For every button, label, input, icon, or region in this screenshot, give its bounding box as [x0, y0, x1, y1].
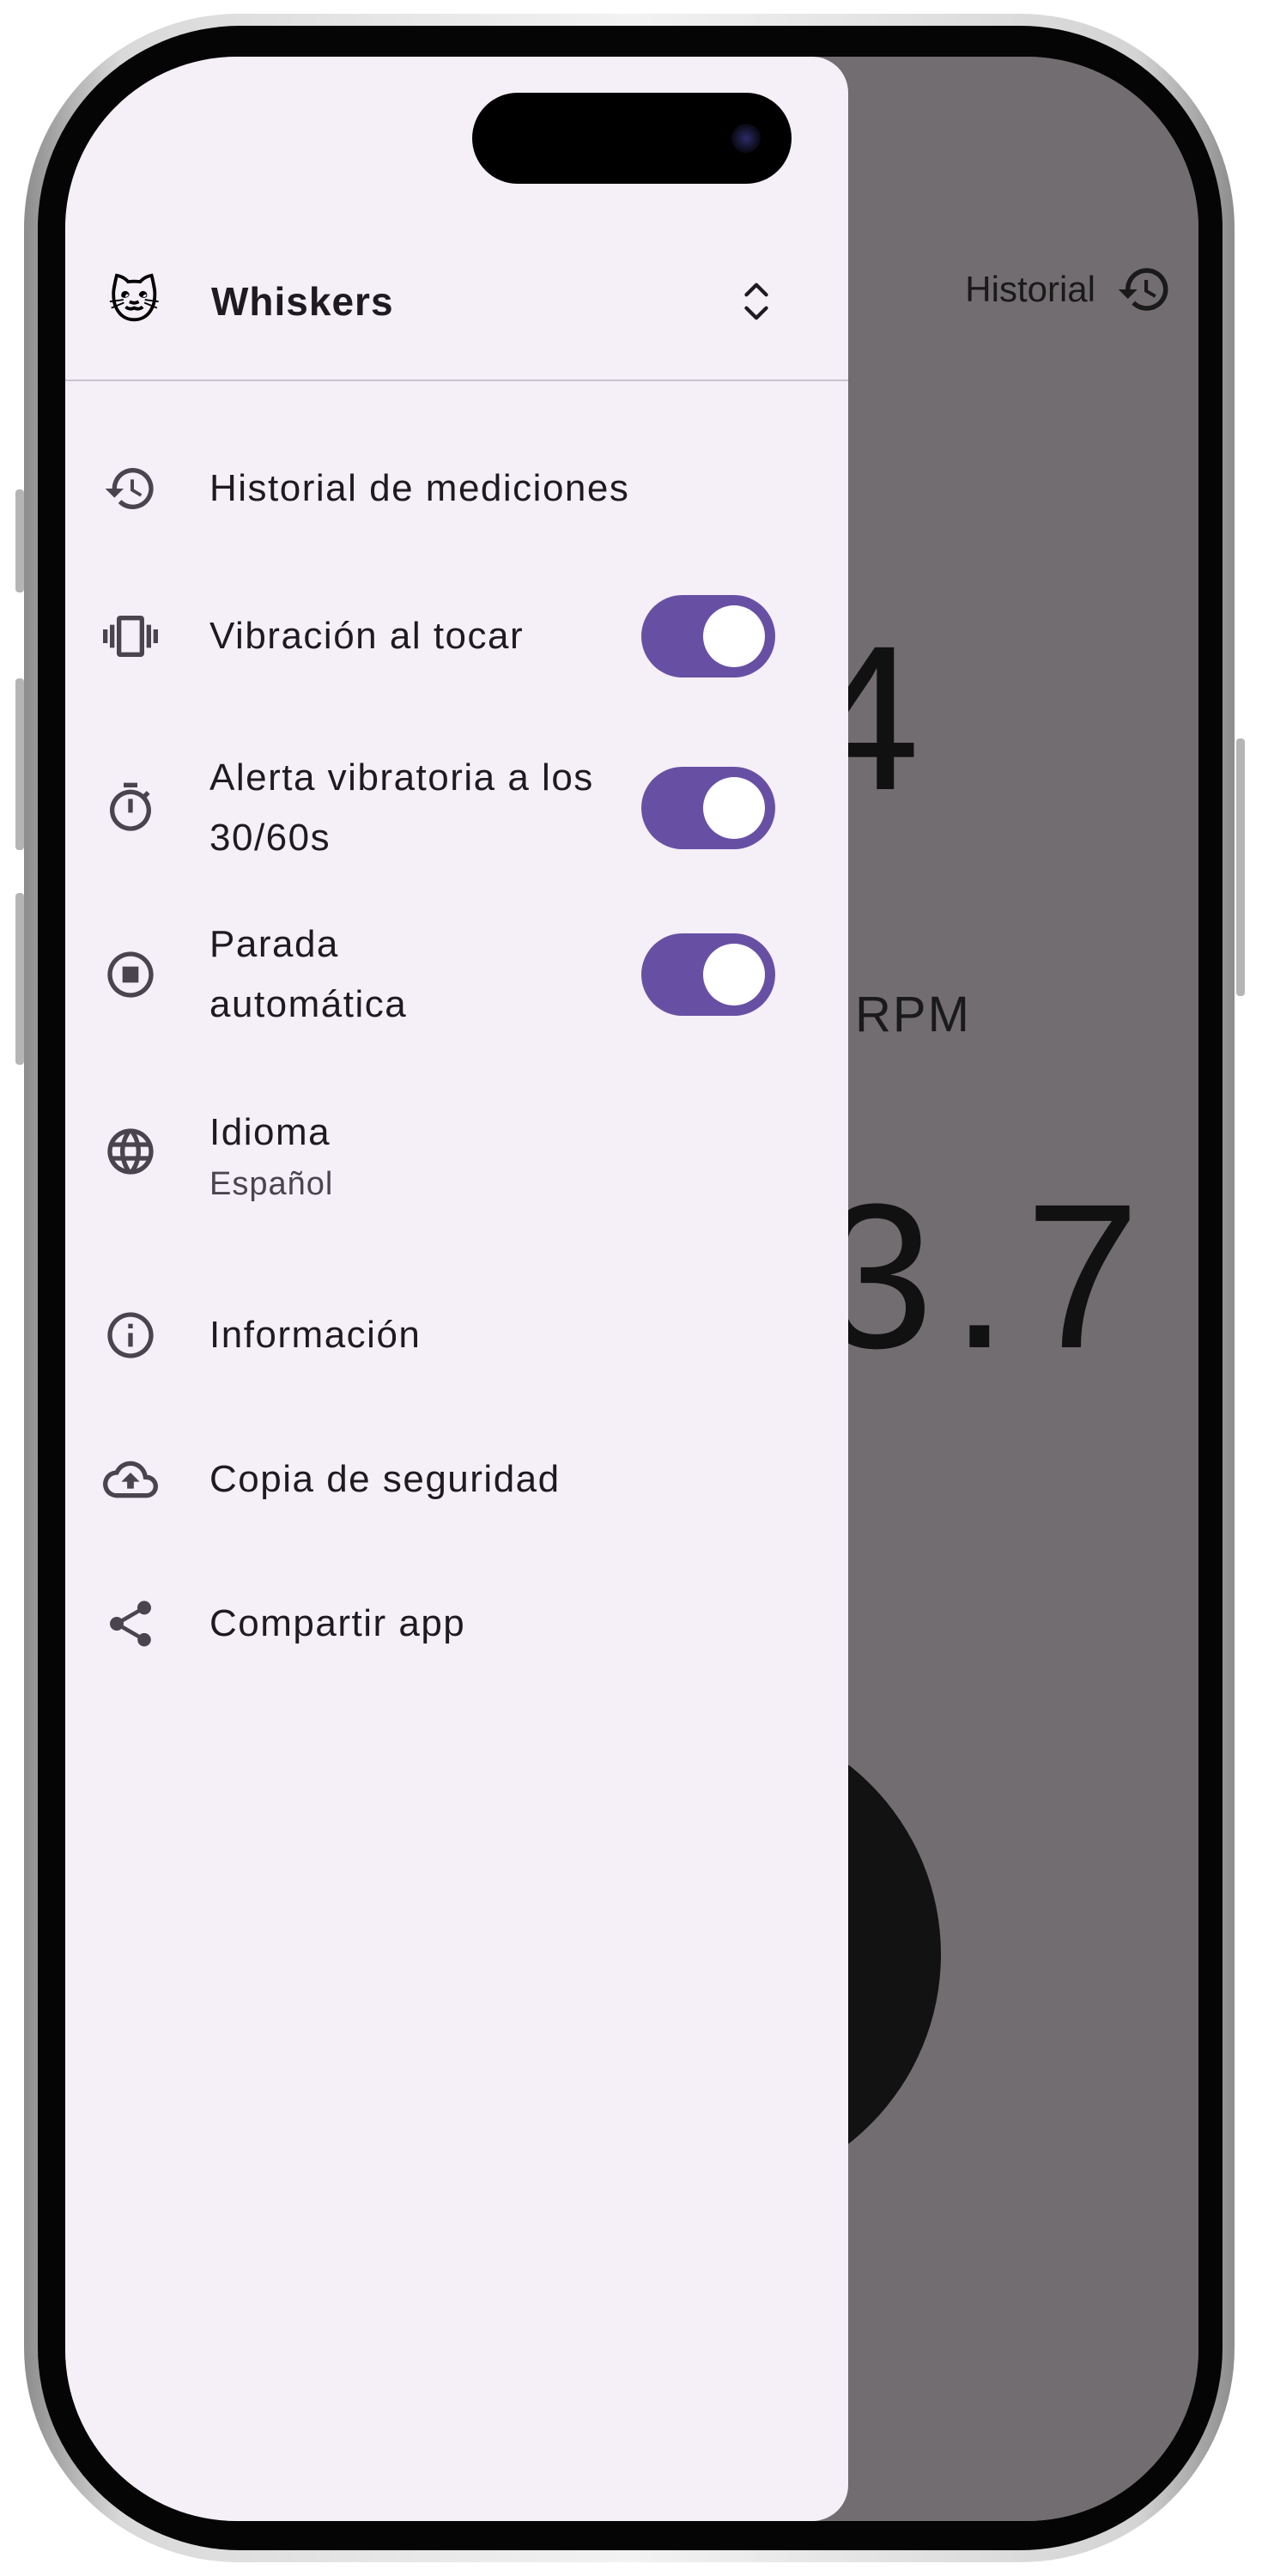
- profile-name: Whiskers: [211, 279, 394, 324]
- menu-item-label: Alerta vibratoria a los 30/60s: [209, 756, 594, 859]
- menu-item-label: Copia de seguridad: [209, 1458, 561, 1500]
- menu-item-label: Información: [209, 1314, 422, 1356]
- menu-item-history[interactable]: Historial de mediciones: [65, 452, 848, 526]
- profile-switcher[interactable]: 🐱 Whiskers: [65, 254, 848, 349]
- menu-item-label: Parada automática: [209, 923, 408, 1025]
- history-button[interactable]: Historial: [965, 261, 1173, 318]
- toggle-knob: [703, 777, 765, 839]
- language-value: Español: [209, 1166, 334, 1202]
- unfold-chevron-icon[interactable]: [739, 280, 774, 323]
- share-icon: [103, 1596, 158, 1651]
- unit-label: RPM: [855, 987, 971, 1042]
- header-divider: [65, 380, 848, 381]
- screen: Historial 4 RPM 3.7 🐱 Whiskers Historial…: [65, 57, 1198, 2521]
- menu-item-label: Vibración al tocar: [209, 615, 525, 657]
- camera-icon: [731, 124, 761, 153]
- info-icon: [103, 1308, 158, 1363]
- menu-item-label: Idioma: [209, 1111, 331, 1153]
- menu-item-vibration-alert[interactable]: Alerta vibratoria a los 30/60s: [65, 744, 848, 872]
- phone-volume-up-button: [15, 678, 24, 850]
- cloud-upload-icon: [103, 1452, 158, 1507]
- menu-item-label: Historial de mediciones: [209, 467, 630, 509]
- menu-item-share[interactable]: Compartir app: [65, 1587, 848, 1661]
- menu-item-auto-stop[interactable]: Parada automática: [65, 910, 848, 1039]
- menu-item-label-group: Idioma Español: [209, 1103, 333, 1206]
- secondary-value: 3.7: [819, 1161, 1157, 1391]
- toggle-knob: [703, 944, 765, 1005]
- navigation-drawer: 🐱 Whiskers Historial de mediciones Vibra…: [65, 57, 848, 2521]
- dynamic-island: [472, 93, 792, 184]
- menu-item-vibration[interactable]: Vibración al tocar: [65, 589, 848, 683]
- auto-stop-toggle[interactable]: [641, 933, 775, 1016]
- history-button-label: Historial: [965, 269, 1095, 309]
- menu-item-info[interactable]: Información: [65, 1298, 848, 1372]
- timer-icon: [103, 781, 158, 835]
- menu-item-label: Compartir app: [209, 1602, 466, 1644]
- menu-item-backup[interactable]: Copia de seguridad: [65, 1443, 848, 1516]
- history-icon: [1118, 268, 1168, 311]
- toggle-knob: [703, 605, 765, 667]
- vibration-alert-toggle[interactable]: [641, 767, 775, 849]
- stop-circle-icon: [103, 947, 158, 1002]
- cat-emoji-icon: 🐱: [108, 273, 161, 329]
- phone-power-button: [1236, 738, 1245, 996]
- phone-volume-down-button: [15, 893, 24, 1065]
- history-icon: [103, 461, 158, 516]
- globe-icon: [103, 1124, 158, 1179]
- vibration-toggle[interactable]: [641, 595, 775, 677]
- menu-item-language[interactable]: Idioma Español: [65, 1096, 848, 1207]
- vibration-icon: [103, 609, 158, 664]
- phone-action-button: [15, 489, 24, 592]
